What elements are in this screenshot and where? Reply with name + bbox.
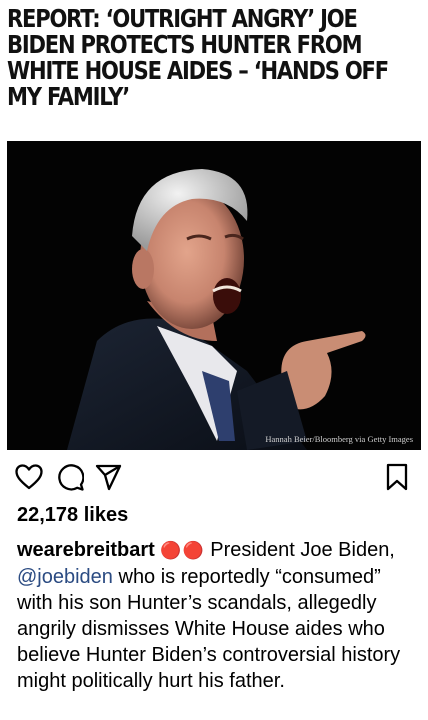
caption-text-part1: President Joe Biden, [204, 539, 395, 561]
bookmark-icon[interactable] [385, 463, 409, 491]
photo-illustration: Hannah Beier/Bloomberg via Getty Images [7, 141, 421, 450]
post-actions-bar [0, 462, 428, 492]
photo-credit: Hannah Beier/Bloomberg via Getty Images [265, 434, 413, 444]
red-circle-emoji: 🔴🔴 [160, 541, 205, 560]
caption-mention-link[interactable]: @joebiden [17, 566, 113, 588]
post-headline: REPORT: ‘OUTRIGHT ANGRY’ JOE BIDEN PROTE… [7, 4, 389, 111]
heart-outline-icon[interactable] [15, 464, 43, 490]
post-caption: wearebreitbart 🔴🔴 President Joe Biden, @… [17, 537, 419, 694]
speech-bubble-icon[interactable] [57, 464, 84, 491]
post-photo[interactable]: Hannah Beier/Bloomberg via Getty Images [7, 141, 421, 450]
likes-count[interactable]: 22,178 likes [17, 503, 128, 527]
paper-plane-icon[interactable] [95, 464, 122, 491]
caption-username[interactable]: wearebreitbart [17, 539, 155, 561]
